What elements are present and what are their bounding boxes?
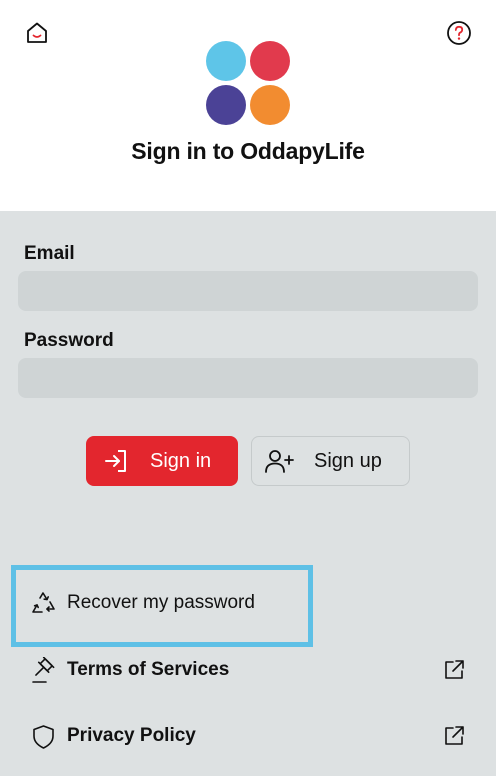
home-icon: [27, 22, 47, 43]
home-button[interactable]: [24, 20, 50, 46]
logo-dot-purple: [206, 85, 246, 125]
shield-icon: [33, 724, 54, 749]
page-title: Sign in to OddapyLife: [131, 138, 365, 164]
sign-in-button[interactable]: Sign in: [86, 436, 238, 486]
email-field[interactable]: [18, 271, 478, 311]
password-label: Password: [24, 330, 114, 351]
external-link-icon: [445, 726, 464, 745]
gavel-icon: [32, 656, 55, 683]
recycle-icon: [32, 591, 55, 613]
header: Sign in to OddapyLife: [0, 0, 496, 211]
sign-in-icon: [105, 450, 126, 472]
add-user-icon: [265, 450, 294, 473]
email-label: Email: [24, 243, 75, 264]
recover-password-label: Recover my password: [67, 592, 255, 613]
sign-up-label: Sign up: [314, 449, 382, 472]
terms-of-services-link[interactable]: Terms of Services: [30, 654, 466, 686]
password-field[interactable]: [18, 358, 478, 398]
app-logo: [204, 40, 292, 128]
help-icon: [447, 21, 471, 45]
logo-dot-orange: [250, 85, 290, 125]
help-button[interactable]: [446, 20, 472, 46]
external-link-icon: [445, 660, 464, 679]
logo-dot-blue: [206, 41, 246, 81]
sign-in-label: Sign in: [150, 449, 212, 472]
privacy-policy-label: Privacy Policy: [67, 725, 196, 746]
recover-password-link[interactable]: Recover my password: [30, 588, 255, 618]
privacy-policy-link[interactable]: Privacy Policy: [30, 720, 466, 752]
terms-of-services-label: Terms of Services: [67, 659, 230, 680]
sign-up-button[interactable]: Sign up: [251, 436, 410, 486]
logo-dot-red: [250, 41, 290, 81]
